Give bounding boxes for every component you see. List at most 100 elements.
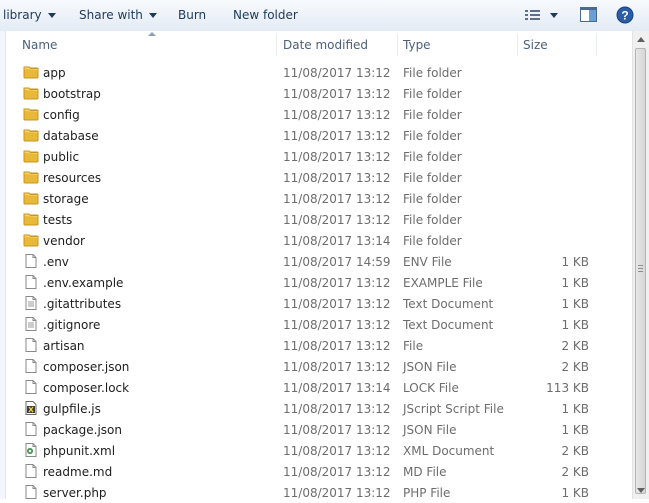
file-type: File [403, 339, 424, 353]
file-size [526, 233, 589, 249]
file-row[interactable]: vendor 11/08/2017 13:14 File folder [6, 230, 632, 251]
chevron-down-icon [148, 13, 157, 18]
file-icon [25, 254, 37, 268]
scrollbar-thumb[interactable] [635, 48, 646, 494]
file-size [526, 128, 589, 144]
file-row[interactable]: package.json 11/08/2017 13:12 JSON File 1 K… [6, 419, 632, 440]
file-row[interactable]: .gitignore 11/08/2017 13:12 Text Document 1… [6, 314, 632, 335]
share-with-label: Share with [79, 8, 143, 22]
burn-button[interactable]: Burn [178, 7, 206, 23]
file-date-modified: 11/08/2017 13:12 [283, 108, 391, 122]
column-divider[interactable] [397, 34, 398, 56]
file-name: vendor [43, 234, 85, 248]
file-name: package.json [43, 423, 123, 437]
file-icon [25, 380, 37, 394]
file-row[interactable]: public 11/08/2017 13:12 File folder [6, 146, 632, 167]
file-name: app [43, 66, 66, 80]
svg-text:?: ? [621, 9, 628, 23]
column-divider[interactable] [276, 34, 277, 56]
column-header-name[interactable]: Name [22, 37, 57, 53]
file-type: JSON File [403, 423, 457, 437]
grip-line [638, 265, 643, 266]
file-type: File folder [403, 87, 462, 101]
scroll-up-arrow-icon[interactable] [637, 37, 645, 42]
grip-line [638, 271, 643, 272]
file-date-modified: 11/08/2017 13:12 [283, 339, 391, 353]
sort-ascending-icon [148, 32, 156, 36]
file-row[interactable]: resources 11/08/2017 13:12 File folder [6, 167, 632, 188]
change-view-button[interactable] [524, 9, 558, 26]
file-name: resources [43, 171, 102, 185]
folder-icon [23, 150, 39, 163]
text-file-icon [25, 296, 37, 310]
file-row[interactable]: readme.md 11/08/2017 13:12 MD File 2 KB [6, 461, 632, 482]
file-name: database [43, 129, 99, 143]
column-header-row: Name Date modified Type Size [6, 31, 632, 57]
column-divider[interactable] [517, 34, 518, 56]
file-row[interactable]: .env.example 11/08/2017 13:12 EXAMPLE File… [6, 272, 632, 293]
file-size [526, 170, 589, 186]
file-row[interactable]: composer.json 11/08/2017 13:12 JSON File 2 … [6, 356, 632, 377]
file-row[interactable]: .gitattributes 11/08/2017 13:12 Text Docum… [6, 293, 632, 314]
include-in-library-button[interactable]: library [3, 7, 56, 23]
file-row[interactable]: gulpfile.js 11/08/2017 13:12 JScript Scrip… [6, 398, 632, 419]
file-size: 2 KB [561, 465, 589, 479]
xml-file-icon [25, 443, 37, 457]
file-row[interactable]: artisan 11/08/2017 13:12 File 2 KB [6, 335, 632, 356]
column-header-size[interactable]: Size [523, 37, 548, 53]
file-type: JSON File [403, 360, 457, 374]
file-name: .env.example [43, 276, 124, 290]
file-date-modified: 11/08/2017 13:14 [283, 381, 391, 395]
file-name: public [43, 150, 80, 164]
share-with-button[interactable]: Share with [79, 7, 157, 23]
file-size: 1 KB [561, 255, 589, 269]
file-date-modified: 11/08/2017 13:12 [283, 444, 391, 458]
details-view-icon [525, 10, 558, 20]
file-type: ENV File [403, 255, 452, 269]
file-size [526, 86, 589, 102]
include-in-library-label: library [3, 8, 42, 22]
file-size [526, 149, 589, 165]
file-name: .gitattributes [43, 297, 122, 311]
file-date-modified: 11/08/2017 13:12 [283, 129, 391, 143]
file-size: 113 KB [546, 381, 589, 395]
column-divider[interactable] [596, 34, 597, 56]
file-icon [25, 275, 37, 289]
vertical-scrollbar[interactable] [632, 31, 649, 499]
file-row[interactable]: database 11/08/2017 13:12 File folder [6, 125, 632, 146]
file-row[interactable]: tests 11/08/2017 13:12 File folder [6, 209, 632, 230]
file-date-modified: 11/08/2017 13:12 [283, 150, 391, 164]
new-folder-button[interactable]: New folder [233, 7, 298, 23]
file-row[interactable]: composer.lock 11/08/2017 13:14 LOCK File 11… [6, 377, 632, 398]
help-icon: ? [616, 6, 634, 24]
file-name: composer.lock [43, 381, 130, 395]
file-row[interactable]: config 11/08/2017 13:12 File folder [6, 104, 632, 125]
file-name: phpunit.xml [43, 444, 116, 458]
file-date-modified: 11/08/2017 13:12 [283, 66, 391, 80]
folder-icon [23, 87, 39, 100]
preview-pane-button[interactable] [580, 7, 598, 26]
file-date-modified: 11/08/2017 13:12 [283, 318, 391, 332]
file-date-modified: 11/08/2017 13:12 [283, 360, 391, 374]
file-size [526, 212, 589, 228]
file-size [526, 65, 589, 81]
column-header-type[interactable]: Type [403, 37, 431, 53]
file-type: File folder [403, 213, 462, 227]
file-row[interactable]: app 11/08/2017 13:12 File folder [6, 62, 632, 83]
file-type: File folder [403, 150, 462, 164]
help-button[interactable]: ? [616, 6, 634, 27]
file-date-modified: 11/08/2017 13:14 [283, 234, 391, 248]
file-date-modified: 11/08/2017 13:12 [283, 171, 391, 185]
column-header-date-modified[interactable]: Date modified [283, 37, 368, 53]
file-row[interactable]: bootstrap 11/08/2017 13:12 File folder [6, 83, 632, 104]
file-date-modified: 11/08/2017 13:12 [283, 465, 391, 479]
file-size: 1 KB [561, 402, 589, 416]
file-row[interactable]: server.php 11/08/2017 13:12 PHP File 1 KB [6, 482, 632, 503]
file-row[interactable]: .env 11/08/2017 14:59 ENV File 1 KB [6, 251, 632, 272]
scroll-down-arrow-icon[interactable] [637, 488, 645, 493]
file-row[interactable]: phpunit.xml 11/08/2017 13:12 XML Document 2… [6, 440, 632, 461]
file-row[interactable]: storage 11/08/2017 13:12 File folder [6, 188, 632, 209]
file-type: File folder [403, 192, 462, 206]
file-icon [25, 464, 37, 478]
script-file-icon [25, 401, 37, 415]
